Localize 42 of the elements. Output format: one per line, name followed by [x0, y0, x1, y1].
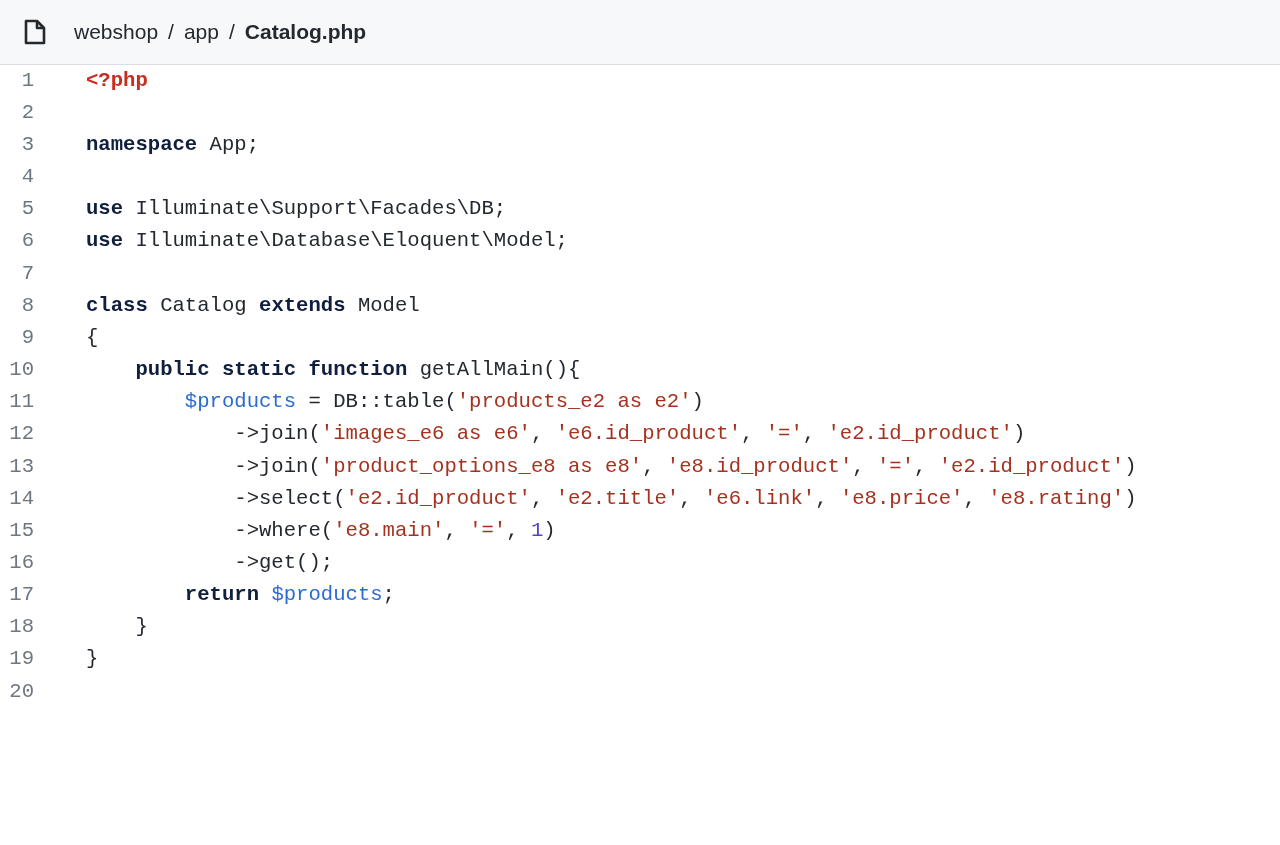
line-number: 4 — [20, 164, 34, 191]
file-icon — [24, 19, 46, 45]
breadcrumb-link[interactable]: app — [183, 16, 219, 48]
code-line: $products = DB::table('products_e2 as e2') — [183, 389, 704, 416]
line-number: 3 — [20, 131, 34, 158]
code-line: } — [134, 614, 148, 641]
line-number: 20 — [8, 678, 34, 705]
code-line: ->select('e2.id_product', 'e2.title', 'e6.link', 'e8.price', 'e8.rating') — [233, 485, 1137, 512]
breadcrumb-separator: / — [228, 19, 235, 46]
code-line: <?php — [86, 67, 148, 94]
code-line: } — [86, 646, 99, 673]
line-number: 7 — [20, 260, 34, 287]
line-number: 6 — [20, 228, 34, 255]
breadcrumb-separator: / — [168, 19, 174, 46]
line-number: 8 — [20, 292, 34, 319]
line-number: 19 — [8, 646, 34, 673]
line-number: 1 — [20, 67, 34, 94]
code-line: public static function getAllMain(){ — [134, 357, 581, 384]
line-number: 15 — [8, 517, 34, 544]
code-line: return $products; — [183, 582, 395, 609]
line-number: 12 — [8, 421, 34, 448]
code-line: ->join('product_options_e8 as e8', 'e8.id_product', '=', 'e2.id_product') — [233, 453, 1137, 480]
file-name: Catalog.php — [244, 19, 367, 46]
line-number: 11 — [8, 389, 34, 416]
line-number: 2 — [20, 99, 34, 126]
code-line: { — [86, 324, 99, 351]
line-number: 17 — [8, 582, 34, 609]
line-number: 10 — [8, 357, 34, 384]
code-line: use Illuminate\Database\Eloquent\Model; — [86, 228, 568, 255]
code-line: ->join('images_e6 as e6', 'e6.id_product', '=', 'e2.id_product') — [233, 421, 1026, 448]
code-line: ->get(); — [233, 549, 334, 576]
line-number: 16 — [8, 549, 34, 576]
line-number: 9 — [20, 324, 34, 351]
code-line: ->where('e8.main', '=', 1) — [233, 517, 556, 544]
line-number: 14 — [8, 485, 34, 512]
breadcrumb-link[interactable]: webshop — [74, 16, 159, 48]
code-line: class Catalog extends Model — [86, 292, 420, 319]
line-number: 5 — [20, 196, 34, 223]
line-number: 13 — [8, 453, 34, 480]
line-number: 18 — [8, 614, 34, 641]
code-line: use Illuminate\Support\Facades\DB; — [86, 196, 507, 223]
code-line: namespace App; — [86, 131, 260, 158]
